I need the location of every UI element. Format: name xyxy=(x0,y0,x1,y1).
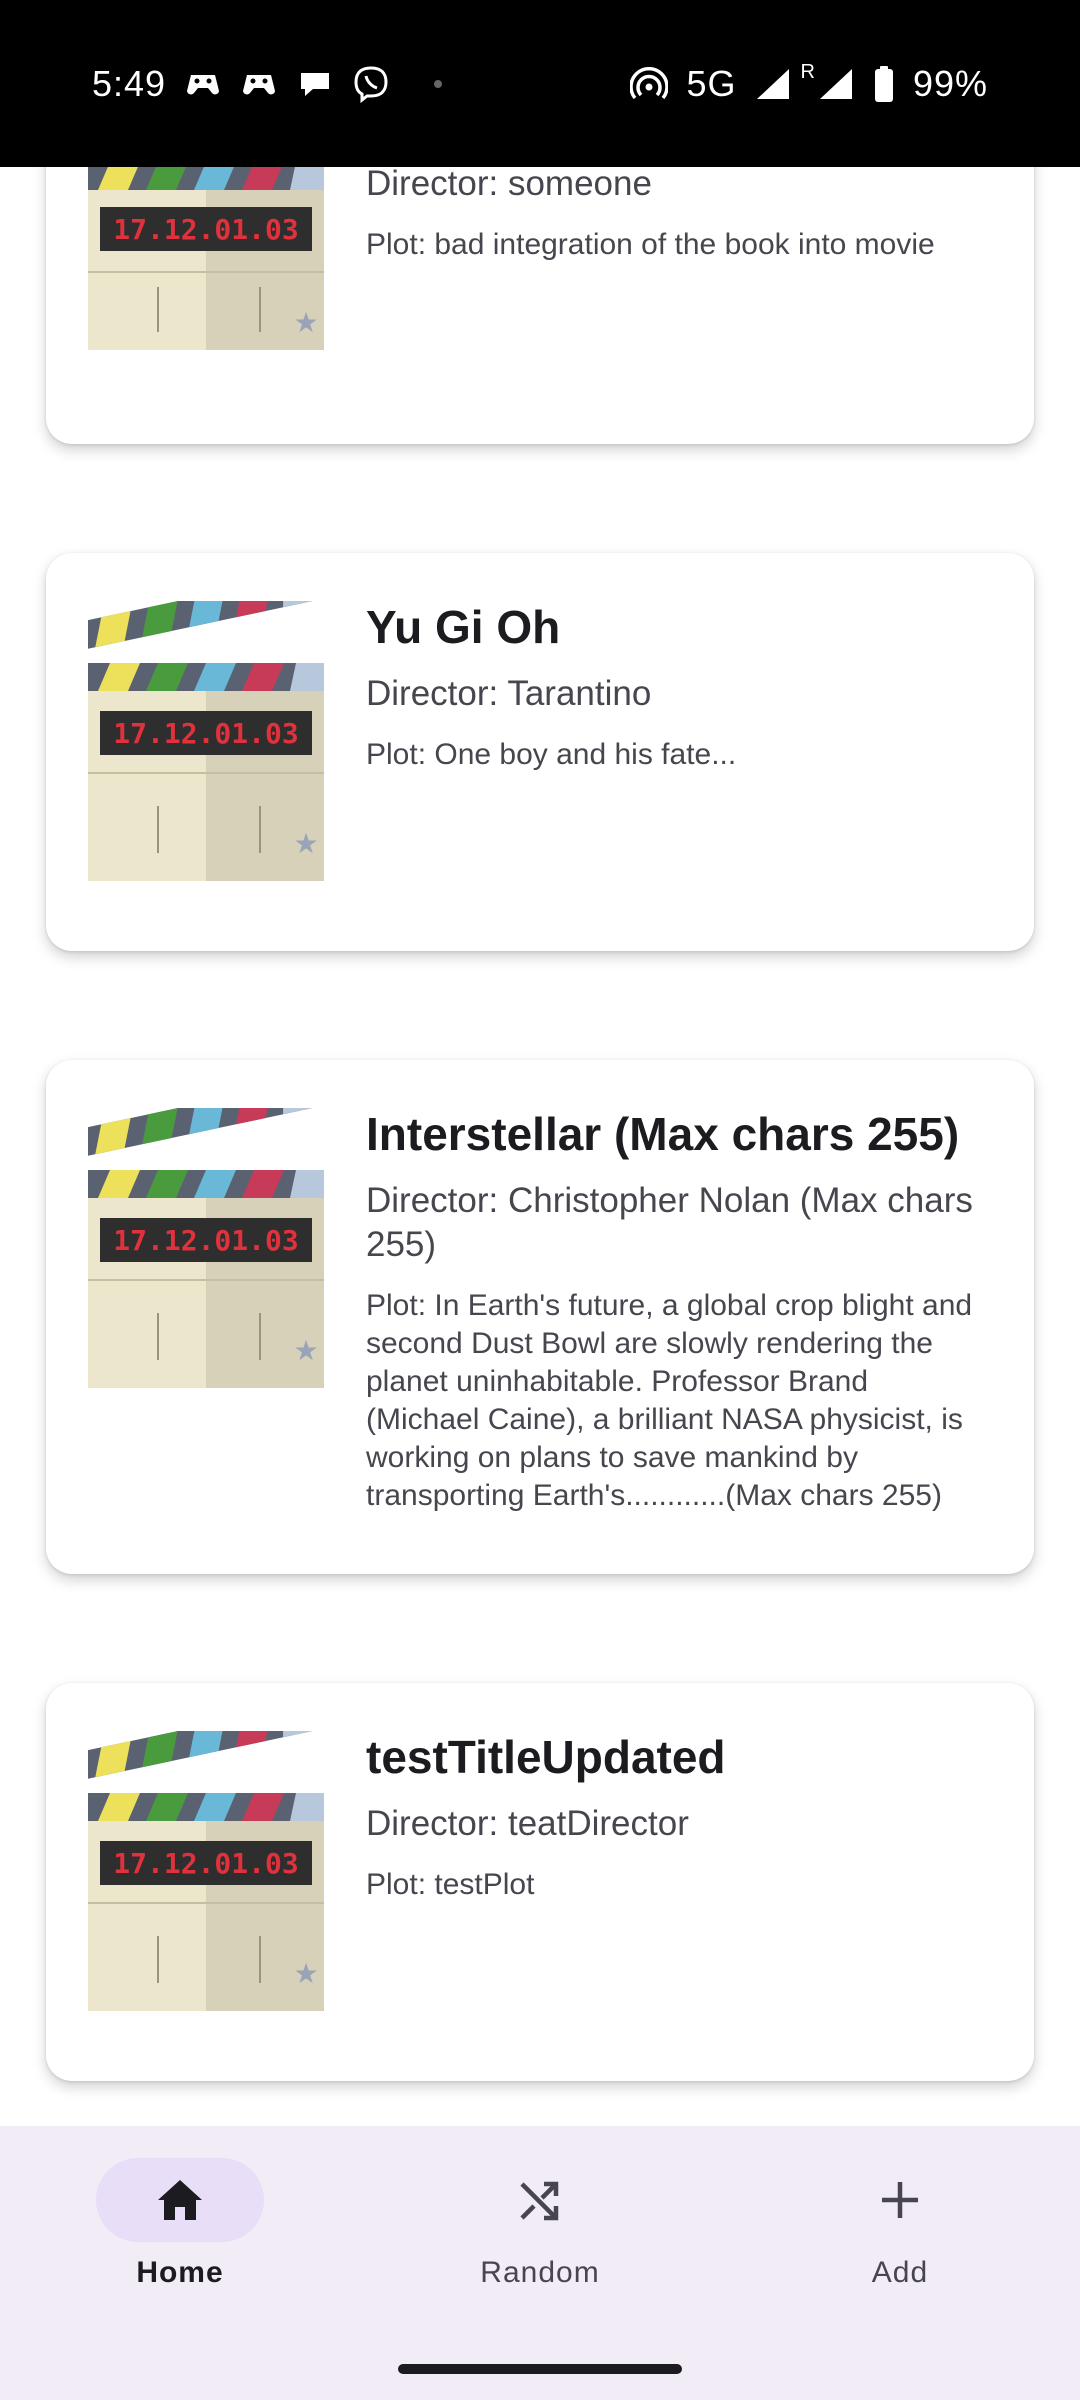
more-notifications-dot xyxy=(434,79,443,88)
nav-icon-container xyxy=(456,2158,624,2242)
bottom-navigation: Home Random Add xyxy=(0,2126,1080,2400)
poster-date-label: 17.12.01.03 xyxy=(113,1847,298,1880)
movie-plot: Plot: bad integration of the book into m… xyxy=(366,228,935,261)
movie-card[interactable]: 17.12.01.03 ★ testTitleUpdated Director:… xyxy=(46,1683,1034,2081)
svg-text:★: ★ xyxy=(293,1335,318,1366)
movie-card-text: testTitleUpdated Director: teatDirector … xyxy=(366,1728,986,1904)
nav-label-home: Home xyxy=(136,2256,224,2289)
home-icon xyxy=(158,2180,202,2220)
gesture-home-indicator[interactable] xyxy=(398,2364,682,2374)
movie-title: Interstellar (Max chars 255) xyxy=(366,1108,960,1160)
clapperboard-icon: 17.12.01.03 ★ xyxy=(88,1108,324,1388)
movie-director: Director: teatDirector xyxy=(366,1804,689,1843)
poster-date-label: 17.12.01.03 xyxy=(113,213,298,246)
viber-icon xyxy=(352,65,390,103)
movie-director: Director: Tarantino xyxy=(366,674,652,713)
battery-icon xyxy=(873,65,895,102)
movie-title: testTitleUpdated xyxy=(366,1731,726,1783)
shuffle-icon xyxy=(520,2181,559,2221)
movie-card-text: Yu Gi Oh Director: Tarantino Plot: One b… xyxy=(366,598,986,774)
plus-icon xyxy=(882,2182,918,2218)
svg-text:★: ★ xyxy=(293,1958,318,1989)
nav-item-home[interactable]: Home xyxy=(60,2158,300,2290)
status-time: 5:49 xyxy=(92,62,167,104)
movie-card[interactable]: 17.12.01.03 ★ Director: someone Plot: ba… xyxy=(46,167,1034,444)
poster-date-label: 17.12.01.03 xyxy=(113,1224,298,1257)
nav-icon-container xyxy=(816,2158,984,2242)
movie-plot: Plot: One boy and his fate... xyxy=(366,738,737,771)
clapperboard-icon: 17.12.01.03 ★ xyxy=(88,1731,324,2011)
battery-percent: 99% xyxy=(912,62,988,104)
movie-plot: Plot: testPlot xyxy=(366,1868,535,1901)
clapperboard-icon: 17.12.01.03 ★ xyxy=(88,167,324,350)
game-controller-icon xyxy=(240,67,278,101)
movie-title: Yu Gi Oh xyxy=(366,601,561,653)
hotspot-icon xyxy=(630,66,669,101)
movie-card[interactable]: 17.12.01.03 ★ Interstellar (Max chars 25… xyxy=(46,1060,1034,1574)
movie-card[interactable]: 17.12.01.03 ★ Yu Gi Oh Director: Taranti… xyxy=(46,553,1034,951)
clapperboard-icon: 17.12.01.03 ★ xyxy=(88,601,324,881)
game-controller-icon xyxy=(184,67,222,101)
roaming-indicator: R xyxy=(800,61,815,83)
svg-text:★: ★ xyxy=(293,828,318,859)
network-type: 5G xyxy=(686,62,737,104)
movie-list[interactable]: 17.12.01.03 ★ Director: someone Plot: ba… xyxy=(0,167,1080,2126)
signal-icon xyxy=(754,67,792,101)
poster-date-label: 17.12.01.03 xyxy=(113,717,298,750)
status-left: 5:49 xyxy=(92,62,443,105)
nav-item-add[interactable]: Add xyxy=(780,2158,1020,2290)
nav-item-random[interactable]: Random xyxy=(420,2158,660,2290)
status-right: 5G R 99% xyxy=(630,61,988,105)
nav-label-random: Random xyxy=(480,2256,600,2289)
nav-label-add: Add xyxy=(871,2256,929,2289)
signal-roaming-icon xyxy=(817,67,855,101)
svg-text:★: ★ xyxy=(293,307,318,338)
movie-card-text: Director: someone Plot: bad integration … xyxy=(366,167,986,264)
status-bar: 5:49 5G R 99% xyxy=(0,0,1080,167)
movie-plot: Plot: In Earth's future, a global crop b… xyxy=(366,1289,973,1512)
movie-card-text: Interstellar (Max chars 255) Director: C… xyxy=(366,1105,986,1515)
nav-active-indicator xyxy=(96,2158,264,2242)
movie-director: Director: someone xyxy=(366,167,652,203)
chat-bubble-icon xyxy=(296,67,334,101)
movie-director: Director: Christopher Nolan (Max chars 2… xyxy=(366,1181,973,1264)
